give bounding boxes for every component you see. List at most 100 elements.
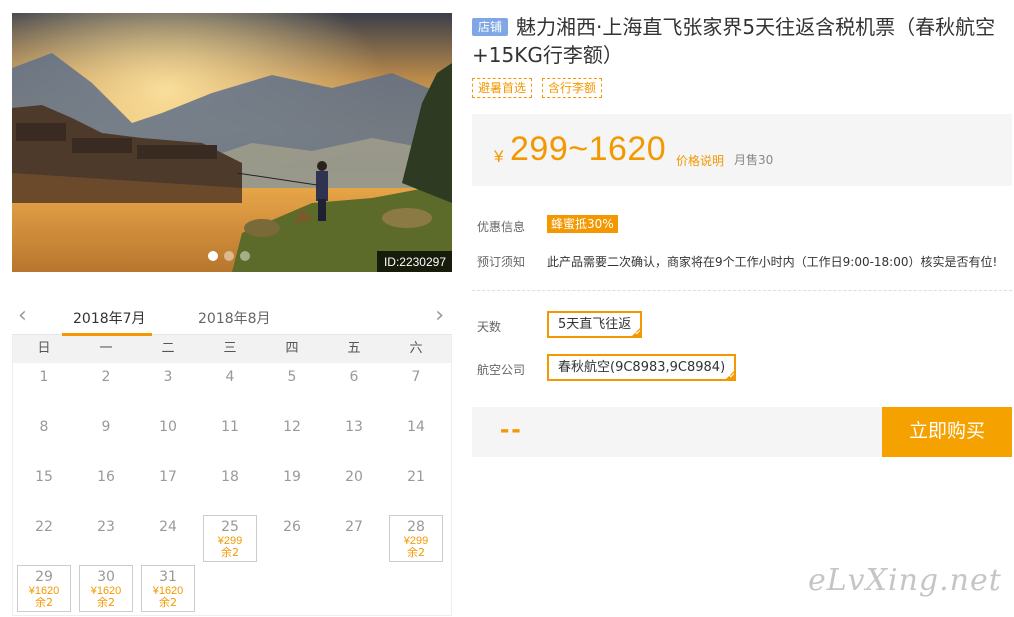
day-stock: 余2 <box>35 596 53 609</box>
calendar-day: 1 <box>13 363 75 413</box>
calendar-day: 14 <box>385 413 447 463</box>
calendar-day: 24 <box>137 513 199 563</box>
calendar-day: 20 <box>323 463 385 513</box>
product-tags: 避暑首选 含行李额 <box>472 78 1012 98</box>
day-number: 1 <box>39 369 49 385</box>
price-explain-link[interactable]: 价格说明 <box>676 152 724 169</box>
price-range: 299~1620 <box>510 130 667 168</box>
day-number: 11 <box>221 419 239 435</box>
day-number: 18 <box>221 469 239 485</box>
day-number: 12 <box>283 419 301 435</box>
weekday-label: 三 <box>223 341 237 356</box>
day-number: 22 <box>35 519 53 535</box>
calendar-day: 9 <box>75 413 137 463</box>
calendar-day: 21 <box>385 463 447 513</box>
calendar-day: 18 <box>199 463 261 513</box>
day-number: 14 <box>407 419 425 435</box>
monthly-sales: 月售30 <box>734 153 774 167</box>
product-tag: 避暑首选 <box>472 78 533 98</box>
weekday-label: 一 <box>99 341 113 356</box>
weekday-label: 五 <box>347 341 361 356</box>
calendar-day: 23 <box>75 513 137 563</box>
date-calendar: ‹ 2018年7月 2018年8月 › 日 一 二 三 四 五 六 123456… <box>12 298 452 616</box>
calendar-day: 11 <box>199 413 261 463</box>
day-number: 4 <box>225 369 235 385</box>
calendar-month-tab[interactable]: 2018年8月 <box>198 308 271 328</box>
day-number: 5 <box>287 369 297 385</box>
currency-symbol: ¥ <box>494 147 504 166</box>
chevron-right-icon[interactable]: › <box>435 305 444 327</box>
day-number: 15 <box>35 469 53 485</box>
calendar-day-available[interactable]: 30 ¥1620 余2 <box>75 563 137 613</box>
calendar-day: 16 <box>75 463 137 513</box>
calendar-day-available[interactable]: 31 ¥1620 余2 <box>137 563 199 613</box>
calendar-day-available[interactable]: 29 ¥1620 余2 <box>13 563 75 613</box>
airline-option-selected[interactable]: 春秋航空(9C8983,9C8984) <box>547 354 737 381</box>
day-number: 7 <box>411 369 421 385</box>
promo-label: 优惠信息 <box>477 220 526 234</box>
calendar-day-available[interactable]: 28 ¥299 余2 <box>385 513 447 563</box>
check-corner-icon <box>631 327 642 337</box>
calendar-month-tab[interactable]: 2018年7月 <box>73 308 146 328</box>
gallery-dot[interactable] <box>240 251 250 261</box>
day-number: 16 <box>97 469 115 485</box>
shop-badge: 店铺 <box>472 18 509 36</box>
day-number: 21 <box>407 469 425 485</box>
calendar-month-nav: ‹ 2018年7月 2018年8月 › <box>12 298 452 336</box>
day-number: 10 <box>159 419 177 435</box>
booking-notice: 此产品需要二次确认，商家将在9个工作小时内（工作日9:00-18:00）核实是否… <box>547 255 998 269</box>
day-number: 8 <box>39 419 49 435</box>
day-number: 27 <box>345 519 363 535</box>
calendar-day: 6 <box>323 363 385 413</box>
calendar-day: 2 <box>75 363 137 413</box>
day-number: 31 <box>159 569 177 585</box>
calendar-day: 17 <box>137 463 199 513</box>
day-number: 25 <box>221 519 239 535</box>
gallery-dot[interactable] <box>224 251 234 261</box>
day-number: 30 <box>97 569 115 585</box>
days-option-selected[interactable]: 5天直飞往返 <box>547 311 643 338</box>
section-divider <box>472 290 1012 291</box>
calendar-day: 26 <box>261 513 323 563</box>
airline-option-label: 春秋航空(9C8983,9C8984) <box>558 360 726 375</box>
buy-now-button[interactable]: 立即购买 <box>882 407 1012 457</box>
price-panel: ¥ 299~1620 价格说明 月售30 <box>472 114 1012 186</box>
day-number: 24 <box>159 519 177 535</box>
days-label: 天数 <box>477 320 502 334</box>
gallery-dot[interactable] <box>208 251 218 261</box>
calendar-day: 19 <box>261 463 323 513</box>
calendar-day: 22 <box>13 513 75 563</box>
days-option-label: 5天直飞往返 <box>558 317 632 332</box>
day-number: 3 <box>163 369 173 385</box>
day-number: 23 <box>97 519 115 535</box>
calendar-day-available[interactable]: 25 ¥299 余2 <box>199 513 261 563</box>
purchase-bar: -- 立即购买 <box>472 407 1012 457</box>
day-stock: 余2 <box>221 546 239 559</box>
active-month-indicator <box>62 333 152 336</box>
day-stock: 余2 <box>97 596 115 609</box>
calendar-day: 10 <box>137 413 199 463</box>
day-number: 29 <box>35 569 53 585</box>
calendar-day: 3 <box>137 363 199 413</box>
calendar-weekday-header: 日 一 二 三 四 五 六 <box>12 335 452 363</box>
weekday-label: 四 <box>285 341 299 356</box>
weekday-label: 二 <box>161 341 175 356</box>
image-id-label: ID:2230297 <box>376 251 452 272</box>
day-number: 19 <box>283 469 301 485</box>
product-photo <box>12 13 452 272</box>
calendar-day: 12 <box>261 413 323 463</box>
day-number: 13 <box>345 419 363 435</box>
day-number: 6 <box>349 369 359 385</box>
weekday-label: 六 <box>409 341 423 356</box>
airline-label: 航空公司 <box>477 363 526 377</box>
promo-badge: 蜂蜜抵30% <box>547 215 618 233</box>
day-number: 26 <box>283 519 301 535</box>
weekday-label: 日 <box>37 341 51 356</box>
chevron-left-icon[interactable]: ‹ <box>18 305 27 327</box>
day-number: 28 <box>407 519 425 535</box>
gallery-pagination[interactable] <box>208 251 250 261</box>
day-number: 20 <box>345 469 363 485</box>
day-number: 17 <box>159 469 177 485</box>
product-image-gallery[interactable]: ID:2230297 <box>12 13 452 272</box>
calendar-day-grid: 1 2 3 4 5 6 7 8 9 10 11 12 13 14 15 16 17 18 19 20 21 22 23 24 2… <box>12 363 452 616</box>
